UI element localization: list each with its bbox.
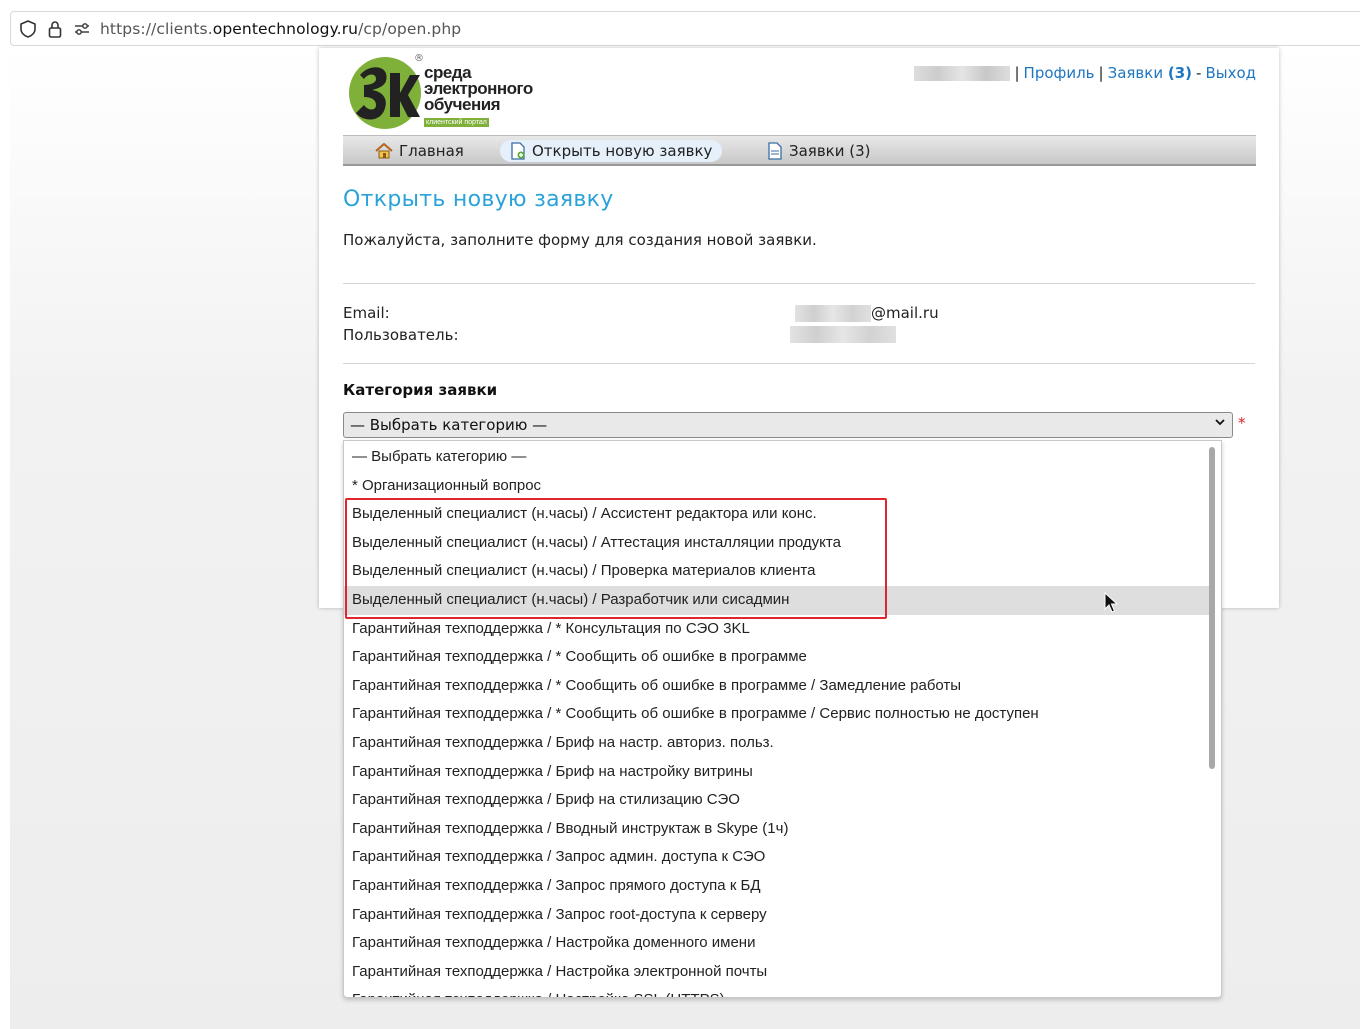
required-mark: * — [1238, 414, 1246, 432]
user-label: Пользователь: — [343, 326, 459, 344]
tickets-link[interactable]: Заявки (3) — [1108, 64, 1192, 82]
home-icon — [375, 143, 393, 159]
dropdown-option[interactable]: — Выбрать категорию — — [344, 443, 1209, 472]
divider — [343, 283, 1255, 284]
logo-text: среда электронного обучения — [424, 63, 533, 114]
dropdown-option[interactable]: * Организационный вопрос — [344, 472, 1209, 501]
nav-home[interactable]: Главная — [365, 140, 474, 162]
logo-tagline: клиентский портал — [424, 118, 489, 127]
dropdown-option[interactable]: Выделенный специалист (н.часы) / Разрабо… — [344, 586, 1209, 615]
tickets-icon — [768, 142, 782, 160]
category-select[interactable]: — Выбрать категорию — — [343, 412, 1233, 438]
nav-open-new-ticket[interactable]: Открыть новую заявку — [500, 140, 723, 162]
new-ticket-icon — [511, 142, 525, 160]
intro-text: Пожалуйста, заполните форму для создания… — [343, 231, 817, 249]
dropdown-option[interactable]: Гарантийная техподдержка / Запрос root-д… — [344, 901, 1209, 930]
divider — [343, 363, 1255, 364]
redacted-username — [914, 65, 1011, 81]
email-label: Email: — [343, 304, 390, 322]
dropdown-option[interactable]: Гарантийная техподдержка / Бриф на настр… — [344, 758, 1209, 787]
mouse-cursor-icon — [1104, 592, 1118, 613]
dropdown-option[interactable]: Выделенный специалист (н.часы) / Ассисте… — [344, 500, 1209, 529]
dropdown-option[interactable]: Гарантийная техподдержка / Запрос прямог… — [344, 872, 1209, 901]
address-bar[interactable]: https://clients.opentechnology.ru/cp/ope… — [10, 11, 1360, 46]
redacted-email — [795, 305, 871, 322]
category-title: Категория заявки — [343, 381, 498, 399]
dropdown-option[interactable]: Гарантийная техподдержка / Настройка дом… — [344, 929, 1209, 958]
page-title: Открыть новую заявку — [343, 187, 614, 212]
dropdown-option[interactable]: Гарантийная техподдержка / * Сообщить об… — [344, 672, 1209, 701]
dropdown-option[interactable]: Гарантийная техподдержка / * Сообщить об… — [344, 700, 1209, 729]
redacted-user — [790, 326, 896, 343]
dropdown-option[interactable]: Гарантийная техподдержка / * Сообщить об… — [344, 643, 1209, 672]
dropdown-option[interactable]: Гарантийная техподдержка / Настройка SSL… — [344, 986, 1209, 997]
url-text[interactable]: https://clients.opentechnology.ru/cp/ope… — [100, 20, 461, 38]
dropdown-scrollbar[interactable] — [1209, 447, 1215, 769]
logo-3k-icon — [349, 57, 421, 129]
registered-mark: ® — [414, 53, 424, 64]
email-value: @mail.ru — [795, 304, 939, 322]
site-logo[interactable]: ® среда электронного обучения клиентский… — [346, 53, 546, 131]
dropdown-option[interactable]: Выделенный специалист (н.часы) / Проверк… — [344, 557, 1209, 586]
user-links: | Профиль | Заявки (3) - Выход — [914, 64, 1256, 82]
dropdown-option[interactable]: Выделенный специалист (н.часы) / Аттеста… — [344, 529, 1209, 558]
dropdown-option[interactable]: Гарантийная техподдержка / Настройка эле… — [344, 958, 1209, 987]
main-nav: Главная Открыть новую заявку Заявки (3) — [343, 135, 1256, 166]
nav-tickets[interactable]: Заявки (3) — [757, 140, 881, 162]
dropdown-option[interactable]: Гарантийная техподдержка / Запрос админ.… — [344, 843, 1209, 872]
dropdown-option[interactable]: Гарантийная техподдержка / Вводный инстр… — [344, 815, 1209, 844]
shield-icon[interactable] — [18, 19, 38, 39]
dropdown-option[interactable]: Гарантийная техподдержка / * Консультаци… — [344, 615, 1209, 644]
profile-link[interactable]: Профиль — [1024, 64, 1095, 82]
dropdown-option[interactable]: Гарантийная техподдержка / Бриф на настр… — [344, 729, 1209, 758]
lock-icon[interactable] — [45, 19, 65, 39]
category-dropdown-list[interactable]: Гарантийная техподдержка / Настройка SSL… — [343, 440, 1222, 998]
chevron-down-icon — [1214, 416, 1226, 431]
permissions-icon[interactable] — [72, 19, 92, 39]
dropdown-option[interactable]: Гарантийная техподдержка / Бриф на стили… — [344, 786, 1209, 815]
user-value — [790, 325, 896, 343]
logout-link[interactable]: Выход — [1205, 64, 1256, 82]
